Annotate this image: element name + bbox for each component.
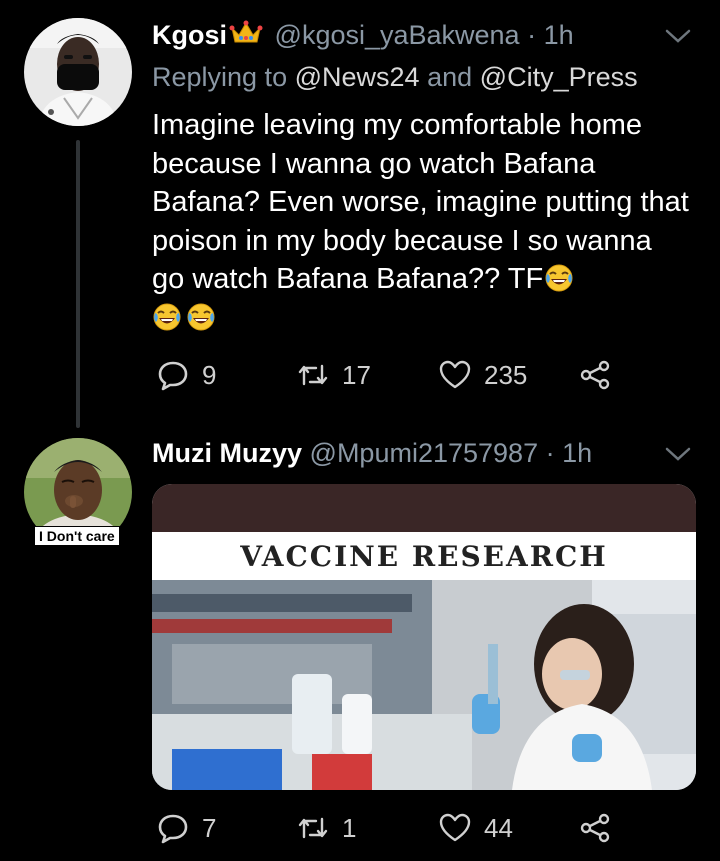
avatar-caption: I Don't care <box>34 526 120 546</box>
share-icon <box>580 360 610 390</box>
like-button[interactable]: 44 <box>438 808 513 848</box>
laughing-emoji-icon <box>544 263 574 293</box>
handle[interactable]: @Mpumi21757987 <box>310 438 539 468</box>
reply-mention-news24[interactable]: @News24 <box>295 62 420 92</box>
share-icon <box>580 813 610 843</box>
retweet-count: 1 <box>342 812 357 843</box>
replying-to: Replying to @News24 and @City_Press <box>152 62 638 92</box>
tweet-actions: 9 17 235 <box>152 355 672 395</box>
reply-icon <box>158 814 188 844</box>
heart-icon <box>439 813 471 842</box>
tweet-body: Imagine leaving my comfortable home beca… <box>152 106 692 337</box>
retweet-count: 17 <box>342 359 371 390</box>
share-button[interactable] <box>578 355 624 395</box>
tweet-media-image[interactable]: VACCINE RESEARCH <box>152 484 696 790</box>
like-button[interactable]: 235 <box>438 355 527 395</box>
display-name[interactable]: Kgosi <box>152 20 227 50</box>
heart-icon <box>439 360 471 389</box>
share-button[interactable] <box>578 808 624 848</box>
reply-count: 9 <box>202 359 217 390</box>
display-name[interactable]: Muzi Muzyy <box>152 438 302 468</box>
timestamp[interactable]: · 1h <box>546 438 593 468</box>
reply-button[interactable]: 7 <box>156 808 216 848</box>
chevron-down-icon[interactable] <box>664 26 692 46</box>
like-count: 44 <box>484 812 513 843</box>
chevron-down-icon[interactable] <box>664 444 692 464</box>
tweet-text: Imagine leaving my comfortable home beca… <box>152 109 689 295</box>
reply-count: 7 <box>202 812 217 843</box>
reply-mention-citypress[interactable]: @City_Press <box>480 62 638 92</box>
thread-line <box>76 140 80 428</box>
retweet-button[interactable]: 1 <box>296 808 356 848</box>
avatar-kgosi[interactable] <box>24 18 132 126</box>
retweet-button[interactable]: 17 <box>296 355 371 395</box>
laughing-emoji-icon <box>186 302 216 332</box>
retweet-icon <box>298 364 328 386</box>
timestamp[interactable]: · 1h <box>527 20 574 50</box>
tweet-header: Muzi Muzyy @Mpumi21757987 · 1h <box>152 438 592 469</box>
like-count: 235 <box>484 359 528 390</box>
reply-button[interactable]: 9 <box>156 355 216 395</box>
tweet-header: Kgosi @kgosi_yaBakwena · 1h <box>152 20 574 51</box>
retweet-icon <box>298 817 328 839</box>
tweet-actions: 7 1 44 <box>152 808 672 848</box>
reply-icon <box>158 361 188 391</box>
laughing-emoji-icon <box>152 302 182 332</box>
media-title: VACCINE RESEARCH <box>240 540 608 573</box>
crown-icon <box>229 20 263 46</box>
handle[interactable]: @kgosi_yaBakwena <box>275 20 520 50</box>
